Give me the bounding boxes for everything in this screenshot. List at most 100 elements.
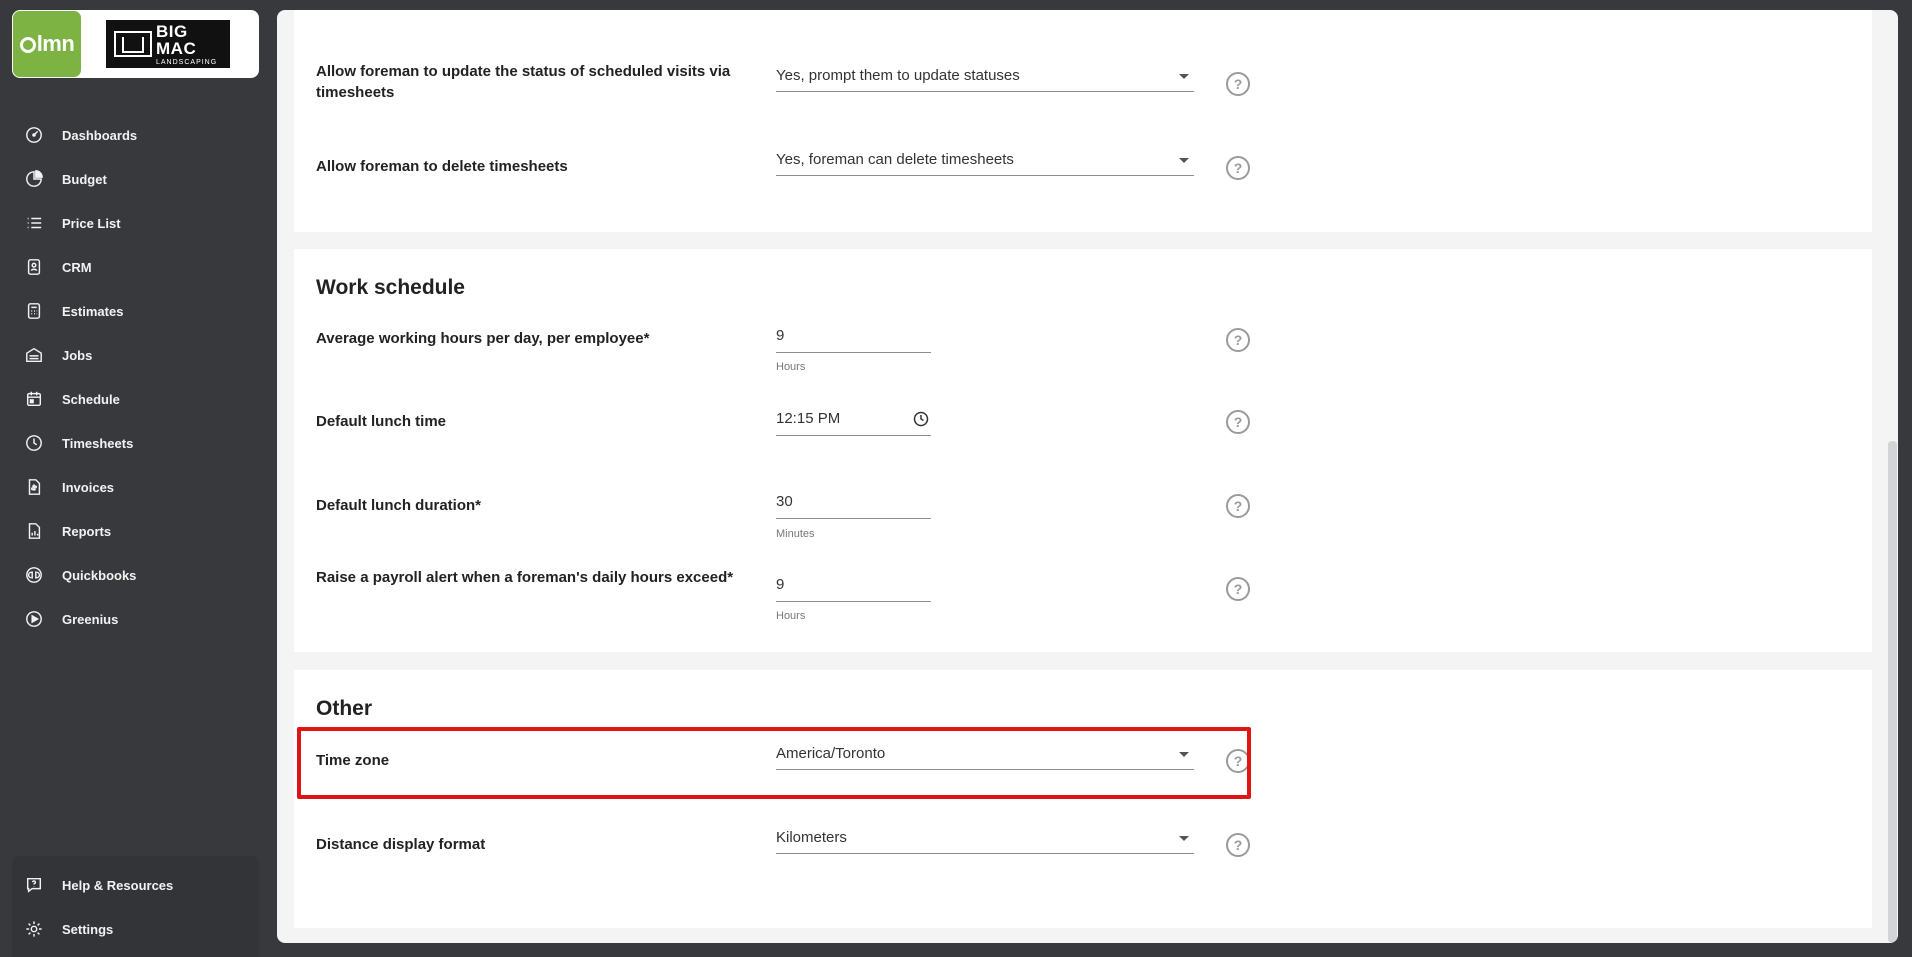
sidebar-item-label: Jobs bbox=[62, 347, 93, 363]
dropdown-caret-icon bbox=[1179, 158, 1189, 163]
help-circle-icon[interactable]: ? bbox=[1226, 494, 1250, 518]
avg-hours-unit: Hours bbox=[776, 361, 806, 373]
garage-icon bbox=[24, 345, 44, 365]
sidebar-item-label: Greenius bbox=[62, 611, 119, 627]
sidebar-item-settings[interactable]: Settings bbox=[12, 907, 259, 951]
quickbooks-icon bbox=[24, 565, 44, 585]
other-settings-card: Other Time zone America/Toronto ? Distan… bbox=[294, 670, 1872, 928]
timesheets-settings-card: Allow foreman to update the status of sc… bbox=[294, 10, 1872, 232]
lunch-time-label: Default lunch time bbox=[316, 413, 447, 430]
dropdown-caret-icon bbox=[1179, 836, 1189, 841]
help-circle-icon[interactable]: ? bbox=[1226, 328, 1250, 352]
sidebar-item-label: Settings bbox=[62, 921, 114, 937]
section-title-work-schedule: Work schedule bbox=[316, 276, 465, 299]
gear-icon bbox=[24, 919, 44, 939]
settings-content[interactable]: Allow foreman to update the status of sc… bbox=[277, 10, 1898, 943]
delete-timesheets-select[interactable]: Yes, foreman can delete timesheets bbox=[776, 146, 1194, 176]
sidebar-item-quickbooks[interactable]: Quickbooks bbox=[0, 553, 276, 597]
lunch-time-value: 12:15 PM bbox=[776, 410, 841, 427]
sidebar-item-label: Estimates bbox=[62, 303, 124, 319]
time-zone-value: America/Toronto bbox=[776, 745, 886, 762]
company-logo-line2: MAC bbox=[156, 38, 197, 58]
main-nav: Dashboards Budget Price List CRM Estimat… bbox=[0, 113, 276, 641]
payroll-alert-label: Raise a payroll alert when a foreman's d… bbox=[316, 569, 734, 586]
help-circle-icon[interactable]: ? bbox=[1226, 156, 1250, 180]
report-icon bbox=[24, 521, 44, 541]
lunch-duration-unit: Minutes bbox=[776, 528, 815, 540]
time-zone-select[interactable]: America/Toronto bbox=[776, 740, 1194, 770]
sidebar-item-budget[interactable]: Budget bbox=[0, 157, 276, 201]
help-circle-icon[interactable]: ? bbox=[1226, 72, 1250, 96]
company-logo-mark-icon bbox=[114, 31, 152, 57]
sidebar-item-label: Schedule bbox=[62, 391, 120, 407]
sidebar-item-label: Quickbooks bbox=[62, 567, 137, 583]
payroll-alert-unit: Hours bbox=[776, 610, 806, 622]
section-title-other: Other bbox=[316, 697, 373, 720]
lunch-duration-label: Default lunch duration* bbox=[316, 497, 481, 514]
lmn-logo-mark-icon bbox=[19, 37, 36, 53]
logo-card[interactable]: lmn BIG MAC LANDSCAPING bbox=[12, 10, 259, 78]
sidebar-item-label: CRM bbox=[62, 259, 92, 275]
dropdown-caret-icon bbox=[1179, 752, 1189, 757]
sidebar-item-label: Timesheets bbox=[62, 435, 134, 451]
help-circle-icon[interactable]: ? bbox=[1226, 577, 1250, 601]
payroll-alert-input[interactable]: 9 bbox=[776, 572, 931, 602]
dashboard-icon bbox=[24, 125, 44, 145]
sidebar-bottom: Help & Resources Settings bbox=[12, 856, 259, 957]
sidebar-item-estimates[interactable]: Estimates bbox=[0, 289, 276, 333]
update-status-label: Allow foreman to update the status of sc… bbox=[316, 63, 731, 101]
dropdown-caret-icon bbox=[1179, 74, 1189, 79]
lunch-duration-value: 30 bbox=[776, 493, 793, 510]
list-icon bbox=[24, 213, 44, 233]
avg-hours-input[interactable]: 9 bbox=[776, 323, 931, 353]
avg-hours-label: Average working hours per day, per emplo… bbox=[316, 330, 650, 347]
sidebar-item-greenius[interactable]: Greenius bbox=[0, 597, 276, 641]
sidebar-item-label: Price List bbox=[62, 215, 121, 231]
sidebar-item-label: Help & Resources bbox=[62, 877, 174, 893]
clock-icon bbox=[24, 433, 44, 453]
sidebar-item-price-list[interactable]: Price List bbox=[0, 201, 276, 245]
calculator-icon bbox=[24, 301, 44, 321]
lmn-logo-text: lmn bbox=[36, 31, 75, 56]
sidebar-item-label: Budget bbox=[62, 171, 107, 187]
clock-icon[interactable] bbox=[913, 411, 929, 427]
sidebar-item-timesheets[interactable]: Timesheets bbox=[0, 421, 276, 465]
delete-timesheets-value: Yes, foreman can delete timesheets bbox=[776, 151, 1014, 168]
scrollbar-thumb[interactable] bbox=[1888, 441, 1897, 943]
distance-format-value: Kilometers bbox=[776, 829, 847, 846]
help-icon bbox=[24, 875, 44, 895]
contact-icon bbox=[24, 257, 44, 277]
pie-chart-icon bbox=[24, 169, 44, 189]
lmn-logo: lmn bbox=[13, 11, 81, 77]
sidebar: lmn BIG MAC LANDSCAPING Dashboards Budge… bbox=[0, 0, 276, 957]
sidebar-item-dashboards[interactable]: Dashboards bbox=[0, 113, 276, 157]
sidebar-item-schedule[interactable]: Schedule bbox=[0, 377, 276, 421]
sidebar-item-label: Dashboards bbox=[62, 127, 138, 143]
sidebar-item-label: Invoices bbox=[62, 479, 115, 495]
company-logo-line1: BIG bbox=[156, 21, 188, 41]
avg-hours-value: 9 bbox=[776, 327, 785, 344]
sidebar-item-crm[interactable]: CRM bbox=[0, 245, 276, 289]
company-logo-line3: LANDSCAPING bbox=[156, 58, 218, 66]
sidebar-item-jobs[interactable]: Jobs bbox=[0, 333, 276, 377]
play-icon bbox=[24, 609, 44, 629]
sidebar-item-label: Reports bbox=[62, 523, 112, 539]
invoice-icon bbox=[24, 477, 44, 497]
sidebar-item-reports[interactable]: Reports bbox=[0, 509, 276, 553]
time-zone-label: Time zone bbox=[316, 752, 390, 769]
distance-format-label: Distance display format bbox=[316, 836, 486, 853]
lunch-time-input[interactable]: 12:15 PM bbox=[776, 406, 931, 436]
sidebar-item-help-resources[interactable]: Help & Resources bbox=[12, 863, 259, 907]
update-status-select[interactable]: Yes, prompt them to update statuses bbox=[776, 62, 1194, 92]
distance-format-select[interactable]: Kilometers bbox=[776, 824, 1194, 854]
payroll-alert-value: 9 bbox=[776, 576, 785, 593]
help-circle-icon[interactable]: ? bbox=[1226, 410, 1250, 434]
work-schedule-card: Work schedule Average working hours per … bbox=[294, 249, 1872, 652]
company-logo: BIG MAC LANDSCAPING bbox=[106, 20, 230, 68]
help-circle-icon[interactable]: ? bbox=[1226, 833, 1250, 857]
calendar-icon bbox=[24, 389, 44, 409]
sidebar-item-invoices[interactable]: Invoices bbox=[0, 465, 276, 509]
help-circle-icon[interactable]: ? bbox=[1226, 749, 1250, 773]
lunch-duration-input[interactable]: 30 bbox=[776, 489, 931, 519]
delete-timesheets-label: Allow foreman to delete timesheets bbox=[316, 158, 568, 175]
